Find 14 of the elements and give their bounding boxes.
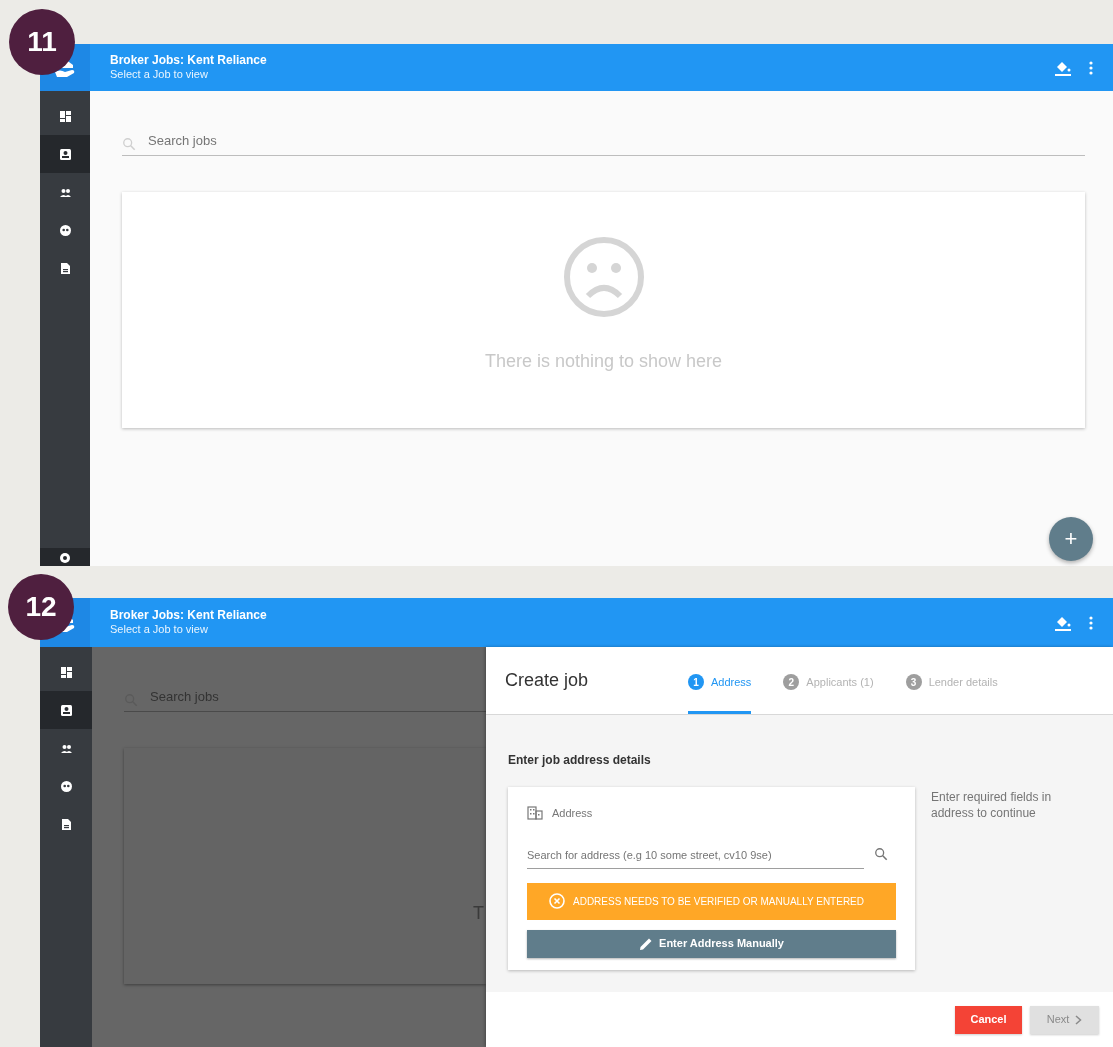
app-subtitle: Select a Job to view	[110, 623, 209, 637]
warning-text: ADDRESS NEEDS TO BE VERIFIED OR MANUALLY ENTERED	[573, 894, 864, 909]
step-number: 1	[688, 674, 704, 690]
step-badge: 11	[9, 9, 75, 75]
app-title: Broker Jobs: Kent Reliance	[110, 53, 267, 69]
app-title: Broker Jobs: Kent Reliance	[110, 608, 267, 624]
hint-text: Enter required fields in address to continue	[931, 789, 1053, 822]
drawer-title: Create job	[504, 669, 590, 692]
address-label: Address	[552, 806, 593, 821]
app-subtitle: Select a Job to view	[110, 68, 209, 82]
step-number: 2	[783, 674, 800, 690]
step-badge: 12	[8, 574, 74, 640]
section-title: Enter job address details	[508, 752, 652, 769]
step-number: 3	[905, 674, 922, 690]
